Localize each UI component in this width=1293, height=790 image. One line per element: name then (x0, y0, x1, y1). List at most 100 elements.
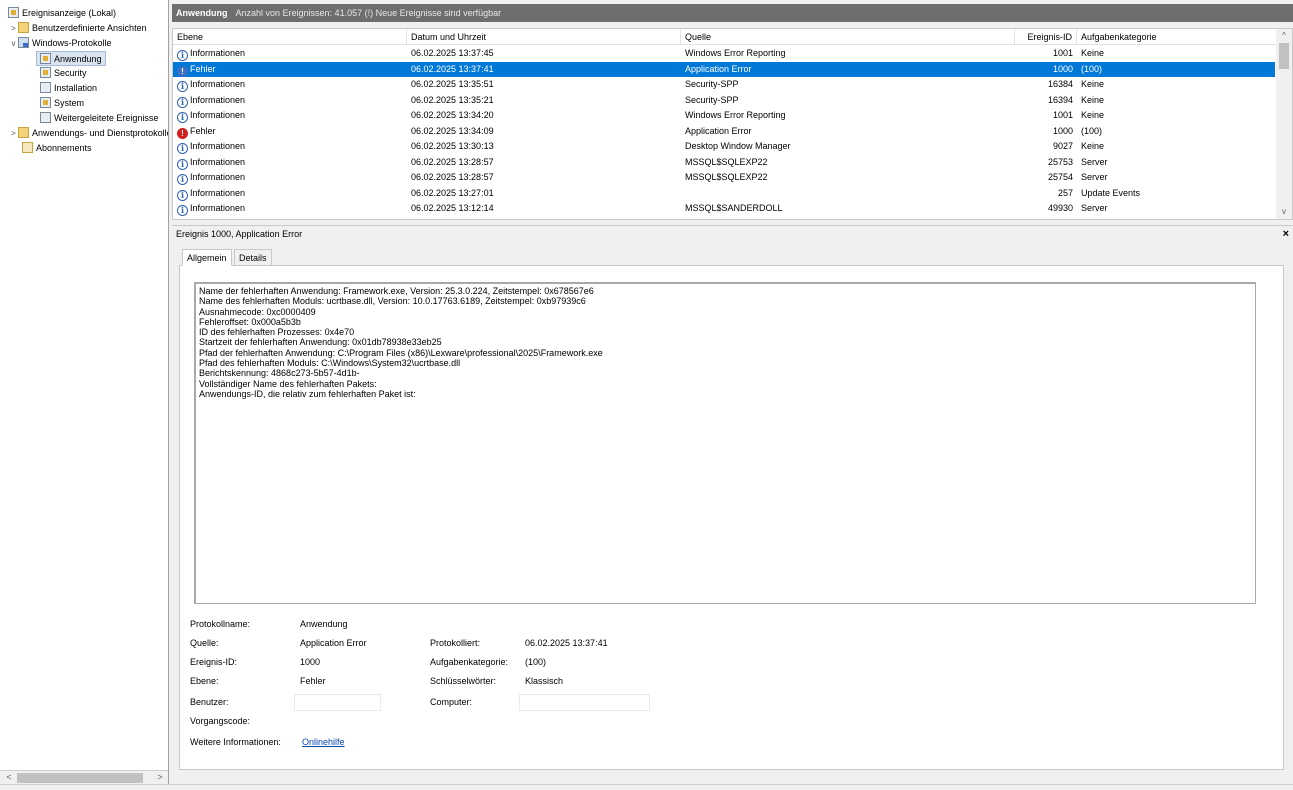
table-vertical-scrollbar[interactable]: ^ v (1276, 29, 1292, 219)
description-line: Fehleroffset: 0x000a5b3b (199, 316, 301, 327)
cell-datum: 06.02.2025 13:30:13 (411, 141, 494, 151)
scroll-right-icon[interactable]: > (153, 771, 167, 784)
protokollname-label: Protokollname: (190, 619, 251, 629)
level-text: Informationen (190, 110, 246, 120)
column-header-datum[interactable]: Datum und Uhrzeit (407, 29, 681, 45)
level-text: Informationen (190, 141, 246, 151)
level-text: Informationen (190, 172, 246, 182)
tree-item-windows-logs[interactable]: v Windows-Protokolle (12, 36, 112, 51)
cell-aufgabenkategorie: Keine (1081, 141, 1105, 151)
main-panel: Anwendung Anzahl von Ereignissen: 41.057 … (172, 0, 1293, 784)
folder-icon (18, 127, 29, 138)
table-row[interactable]: ! Fehler 06.02.2025 13:34:09 Application Er… (173, 124, 1275, 139)
cell-datum: 06.02.2025 13:34:09 (411, 125, 494, 136)
cell-ebene: ! Fehler (177, 124, 407, 139)
ereignis-id-value: 1000 (300, 657, 321, 667)
tree-item-custom-views[interactable]: > Benutzerdefinierte Ansichten (11, 21, 147, 36)
scrollbar-thumb[interactable] (17, 773, 143, 783)
table-row[interactable]: i Informationen 06.02.2025 13:27:01 257 Upda… (173, 186, 1275, 201)
tree-item-label: Anwendung (54, 54, 102, 64)
cell-quelle: Application Error (685, 125, 752, 136)
scroll-left-icon[interactable]: < (2, 771, 16, 784)
column-header-aufgabenkategorie[interactable]: Aufgabenkategorie (1077, 29, 1278, 45)
report-id-text: Berichtskennung: 4868c273-5b57-4d1b- (199, 368, 360, 379)
protokollname-value: Anwendung (300, 619, 348, 629)
close-icon[interactable]: × (1283, 226, 1289, 242)
tree-item-security[interactable]: Security (40, 66, 87, 81)
cell-aufgabenkategorie: Keine (1081, 48, 1105, 58)
cell-ereignis-id: 16394 (1047, 94, 1073, 105)
log-icon (40, 67, 51, 78)
tree-item-label: Ereignisanzeige (Lokal) (22, 8, 117, 18)
table-row[interactable]: i Informationen 06.02.2025 13:37:45 Windows… (173, 46, 1275, 61)
scroll-down-icon[interactable]: v (1276, 205, 1292, 219)
cell-aufgabenkategorie: Update Events (1081, 187, 1141, 198)
cell-ebene: ! Fehler (177, 62, 407, 77)
ebene-value: Fehler (300, 676, 326, 686)
tree-item-root[interactable]: Ereignisanzeige (Lokal) (8, 6, 116, 21)
tree-item-label: Security (54, 68, 87, 78)
cell-quelle: MSSQL$SQLEXP22 (685, 156, 768, 167)
scroll-up-icon[interactable]: ^ (1276, 29, 1292, 43)
level-text: Informationen (190, 187, 246, 198)
folder-icon (18, 22, 29, 33)
cell-datum: 06.02.2025 13:28:57 (411, 172, 494, 182)
tree-item-label: System (54, 98, 85, 108)
cell-ereignis-id: 9027 (1052, 141, 1073, 151)
info-icon: i (177, 205, 188, 216)
description-line: Anwendungs-ID, die relativ zum fehlerhaf… (199, 388, 416, 399)
cell-ebene: i Informationen (177, 186, 407, 201)
cell-aufgabenkategorie: Keine (1081, 94, 1105, 105)
description-line: Startzeit der fehlerhaften Anwendung: 0x… (199, 337, 442, 348)
column-header-quelle[interactable]: Quelle (681, 29, 1015, 45)
tree-item-subscriptions[interactable]: Abonnements (22, 141, 92, 156)
table-row[interactable]: i Informationen 06.02.2025 13:35:51 Securit… (173, 77, 1275, 92)
description-line: Pfad des fehlerhaften Moduls: C:\Windows… (199, 358, 461, 369)
cell-quelle: Windows Error Reporting (685, 110, 786, 120)
table-header: Ebene Datum und Uhrzeit Quelle Ereignis-… (173, 29, 1278, 45)
description-line: Vollständiger Name des fehlerhaften Pake… (199, 378, 377, 389)
table-row[interactable]: i Informationen 06.02.2025 13:35:21 Securit… (173, 93, 1275, 108)
event-viewer-icon (8, 7, 19, 18)
tree-item-system[interactable]: System (40, 96, 84, 111)
column-header-ebene[interactable]: Ebene (173, 29, 407, 45)
column-header-ereignis-id[interactable]: Ereignis-ID (1015, 29, 1077, 45)
level-text: Fehler (190, 125, 216, 136)
cell-quelle (685, 186, 1015, 201)
tree-item-app-service-logs[interactable]: > Anwendungs- und Dienstprotokolle (11, 126, 169, 141)
cell-quelle: MSSQL$SQLEXP22 (685, 172, 768, 182)
description-line: Pfad der fehlerhaften Anwendung: C:\Prog… (199, 347, 603, 358)
cell-aufgabenkategorie: Keine (1081, 79, 1105, 89)
cell-aufgabenkategorie: (100) (1081, 63, 1103, 74)
tree-item-label: Windows-Protokolle (32, 38, 112, 48)
quelle-value: Application Error (300, 638, 367, 648)
table-row[interactable]: i Informationen 06.02.2025 13:12:14 MSSQL$S… (173, 201, 1275, 216)
table-row[interactable]: i Informationen 06.02.2025 13:30:13 Desktop… (173, 139, 1275, 154)
info-icon: i (177, 81, 188, 92)
chevron-down-icon[interactable]: v (9, 36, 18, 51)
log-title-bar: Anwendung Anzahl von Ereignissen: 41.057 … (172, 4, 1293, 22)
tree-item-label: Anwendungs- und Dienstprotokolle (32, 128, 169, 138)
tree-item-forwarded-events[interactable]: Weitergeleitete Ereignisse (40, 111, 158, 126)
cell-ereignis-id: 257 (1057, 187, 1073, 198)
cell-datum: 06.02.2025 13:37:45 (411, 48, 494, 58)
navigation-tree: Ereignisanzeige (Lokal) > Benutzerdefini… (0, 0, 169, 784)
event-description[interactable]: Name der fehlerhaften Anwendung: Framewo… (194, 282, 1256, 604)
scrollbar-thumb[interactable] (1279, 43, 1289, 69)
cell-quelle: Desktop Window Manager (685, 141, 791, 151)
table-row[interactable]: ! Fehler 06.02.2025 13:37:41 Application Er… (173, 61, 1275, 77)
table-row[interactable]: i Informationen 06.02.2025 13:28:57 MSSQL$S… (173, 170, 1275, 185)
table-row[interactable]: i Informationen 06.02.2025 13:28:57 MSSQL$S… (173, 155, 1275, 170)
tree-item-installation[interactable]: Installation (40, 81, 97, 96)
tree-item-anwendung[interactable]: Anwendung (36, 51, 106, 66)
tab-details[interactable]: Details (234, 249, 272, 266)
tab-allgemein[interactable]: Allgemein (182, 249, 232, 266)
log-icon (40, 112, 51, 123)
chevron-right-icon[interactable]: > (9, 126, 18, 141)
cell-datum: 06.02.2025 13:28:57 (411, 156, 494, 167)
cell-datum: 06.02.2025 13:12:14 (411, 203, 494, 213)
onlinehilfe-link[interactable]: Onlinehilfe (302, 735, 345, 749)
tree-horizontal-scrollbar[interactable]: < > (0, 770, 168, 784)
table-row[interactable]: i Informationen 06.02.2025 13:34:20 Windows… (173, 108, 1275, 123)
chevron-right-icon[interactable]: > (9, 21, 18, 36)
